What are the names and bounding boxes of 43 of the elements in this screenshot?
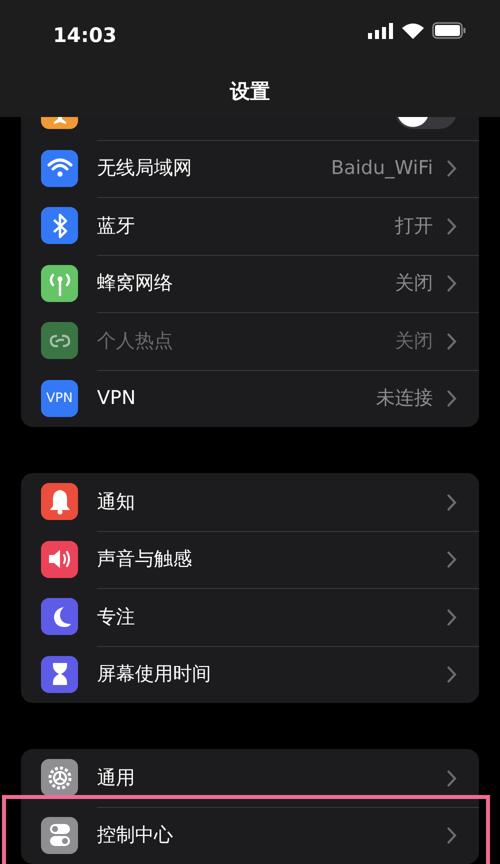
chevron-icon (447, 551, 457, 568)
settings-row[interactable]: 屏幕使用时间 (21, 646, 479, 703)
settings-row[interactable]: 蓝牙 打开 (21, 197, 479, 254)
row-value: 关闭 (395, 271, 433, 296)
settings-row[interactable]: 声音与触感 (21, 530, 479, 588)
row-value: 打开 (395, 214, 433, 238)
page-title: 设置 (230, 78, 270, 105)
wifi-icon (402, 22, 424, 38)
row-label: 蜂窝网络 (97, 271, 173, 296)
settings-row[interactable]: 通知 (21, 473, 479, 530)
row-label: 控制中心 (97, 823, 173, 848)
chevron-icon (447, 218, 457, 235)
row-label: 屏幕使用时间 (97, 662, 211, 687)
settings-row[interactable]: 控制中心 (21, 806, 479, 864)
chevron-icon (447, 275, 457, 292)
row-label: 通用 (97, 766, 135, 790)
battery-icon (432, 22, 466, 39)
settings-row[interactable]: 蜂窝网络 关闭 (21, 254, 479, 312)
row-value: 关闭 (395, 328, 433, 354)
signal-icon (368, 22, 394, 38)
row-label: 蓝牙 (97, 214, 135, 238)
settings-row[interactable]: 无线局域网 Baidu_WiFi (21, 140, 479, 197)
row-label: 无线局域网 (97, 156, 192, 181)
chevron-icon (447, 390, 457, 408)
row-value: 未连接 (376, 386, 433, 411)
chevron-icon (447, 332, 457, 350)
chevron-icon (447, 827, 457, 844)
settings-row[interactable]: VPN VPN 未连接 (21, 370, 479, 427)
row-label: 专注 (97, 604, 135, 630)
chevron-icon (447, 160, 457, 178)
row-label: 个人热点 (97, 328, 173, 354)
row-label: 声音与触感 (97, 547, 192, 572)
row-label: 通知 (97, 490, 135, 514)
row-value: Baidu_WiFi (330, 156, 433, 181)
row-label: VPN (97, 386, 136, 411)
vpn-icon: VPN (41, 380, 78, 417)
chevron-icon (447, 494, 457, 511)
settings-row[interactable]: 专注 (21, 588, 479, 646)
chevron-icon (447, 608, 457, 626)
settings-row[interactable]: 通用 (21, 749, 479, 806)
status-time: 14:03 (53, 22, 117, 49)
chevron-icon (447, 666, 457, 684)
chevron-icon (447, 770, 457, 787)
